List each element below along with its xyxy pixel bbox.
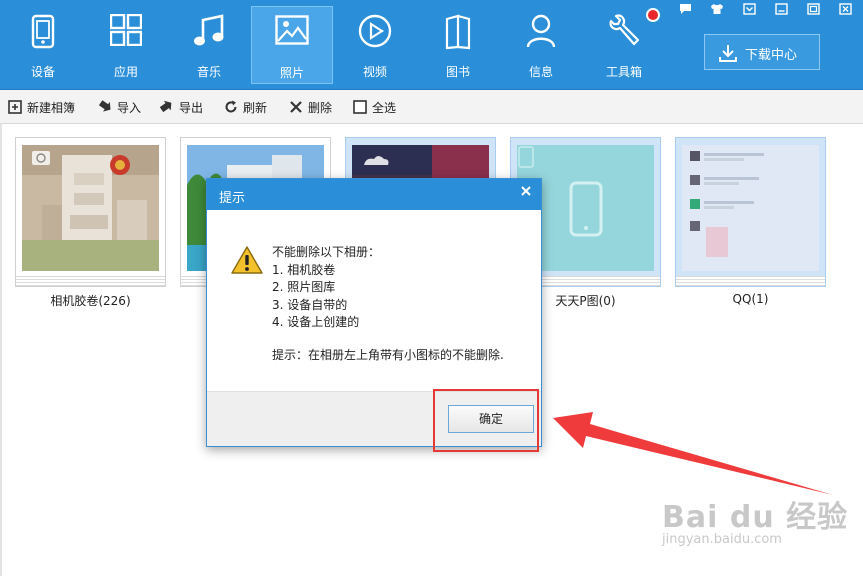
watermark-url: jingyan.baidu.com (662, 532, 782, 547)
watermark-logo: Bai du 经验 (662, 500, 849, 535)
red-arrow-annotation (553, 412, 833, 495)
